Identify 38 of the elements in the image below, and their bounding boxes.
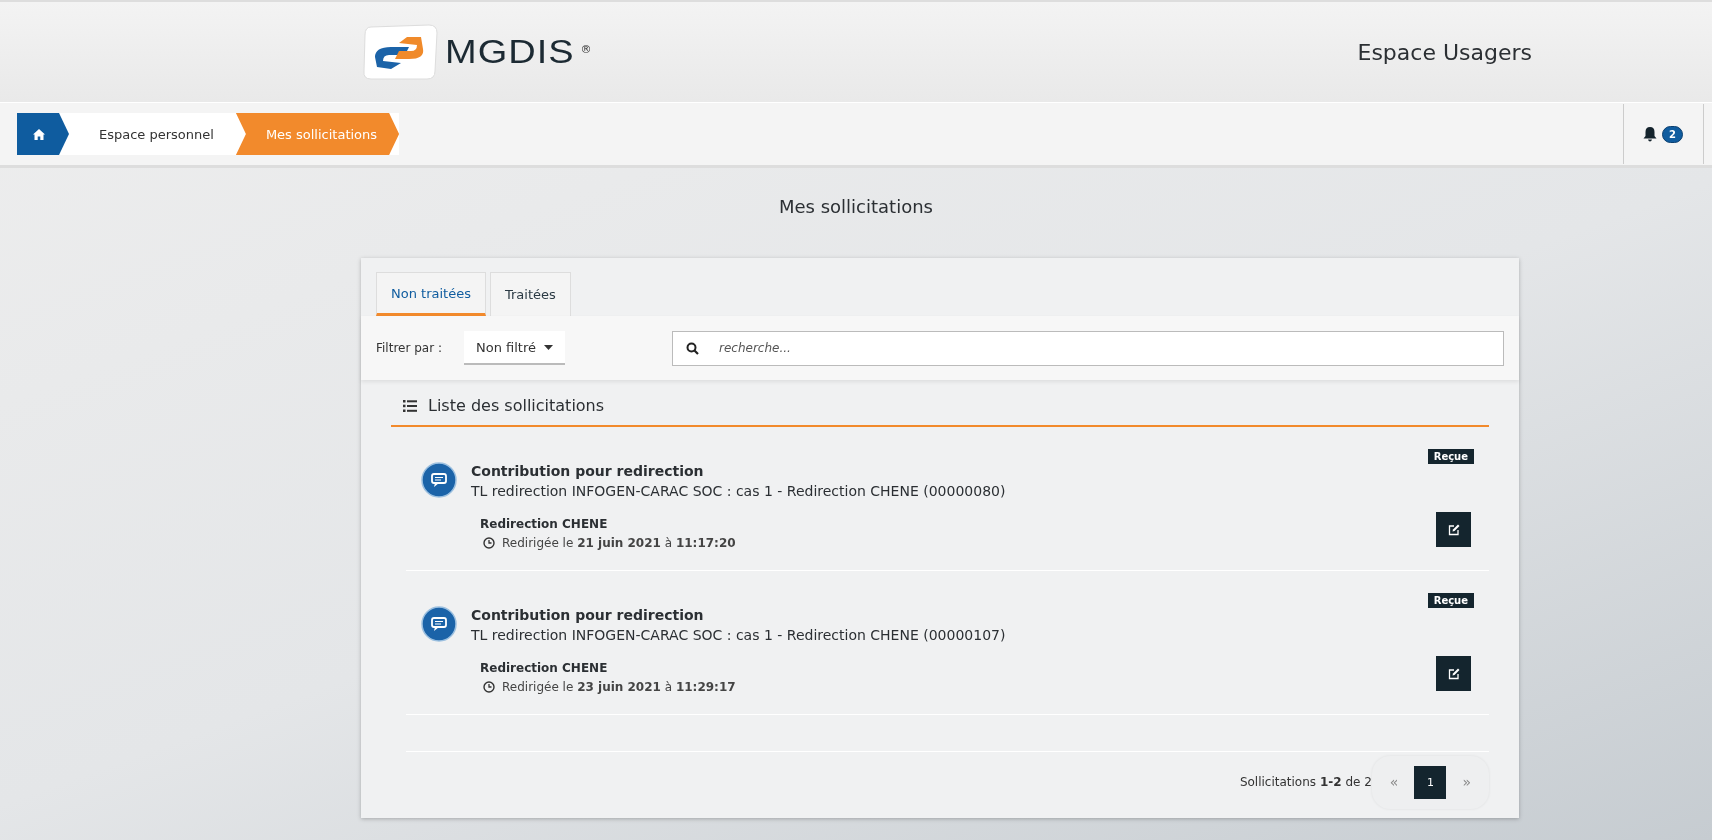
edit-button[interactable] [1436,512,1471,547]
filter-dropdown[interactable]: Non filtré [463,331,565,365]
chat-icon [421,606,457,642]
chat-icon [421,462,457,498]
status-badge: Reçue [1427,449,1474,464]
edit-button[interactable] [1436,656,1471,691]
assignee-name: Redirection CHENE [480,517,609,531]
header-title: Espace Usagers [1357,39,1532,65]
tab[interactable]: Traitées [489,272,571,316]
clock-icon [483,537,495,549]
page-button[interactable]: 1 [1414,765,1447,799]
results-summary: Sollicitations 1-2 de 2 [1239,775,1372,789]
clock-icon [483,681,495,693]
request-title: Contribution pour redirection [471,463,705,479]
edit-icon [1447,667,1460,680]
list-icon [403,399,417,412]
home-breadcrumb[interactable] [17,113,69,155]
request-title: Contribution pour redirection [471,607,705,623]
logo-text: MGDIS [445,33,575,71]
notification-count: 2 [1662,125,1683,143]
edit-icon [1447,523,1460,536]
list-title: Liste des sollicitations [428,396,605,415]
search-field[interactable]: recherche... [672,330,1504,366]
logo-icon [361,23,439,81]
home-icon [33,128,45,140]
status-badge: Reçue [1427,593,1474,608]
search-icon [686,341,699,355]
registered-mark: ® [580,43,592,56]
redirect-date: Redirigée le 23 juin 2021 à 11:29:17 [502,680,736,694]
request-subtitle: TL redirection INFOGEN-CARAC SOC : cas 1 - Redirection CHENE (00000107) [471,627,1007,643]
filter-label: Filtrer par : [376,341,442,355]
bell-icon[interactable] [1642,126,1659,142]
page-title: Mes sollicitations [778,196,934,219]
tab[interactable]: Non traitées [376,272,486,316]
assignee-name: Redirection CHENE [480,661,609,675]
caret-icon [544,344,553,350]
request-subtitle: TL redirection INFOGEN-CARAC SOC : cas 1 - Redirection CHENE (00000080) [471,483,1007,499]
redirect-date: Redirigée le 21 juin 2021 à 11:17:20 [502,536,736,550]
